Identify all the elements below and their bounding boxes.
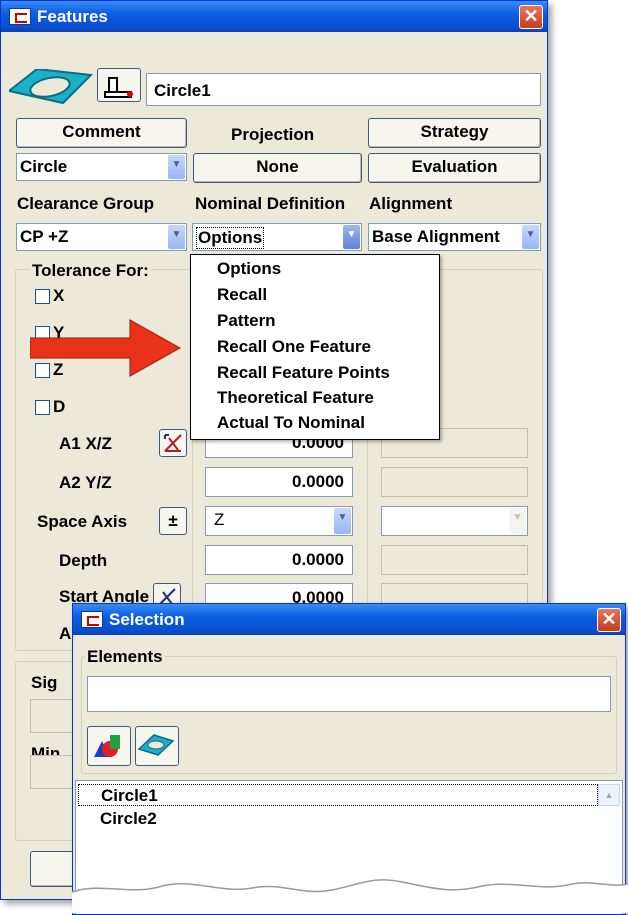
angle-pick-icon bbox=[164, 434, 182, 452]
space-axis-label: Space Axis bbox=[37, 512, 128, 531]
alignment-label: Alignment bbox=[369, 194, 453, 213]
torn-edge bbox=[72, 879, 628, 913]
selection-title: Selection bbox=[109, 610, 185, 629]
circle-shape-button[interactable] bbox=[135, 726, 179, 766]
selection-window: Selection ✕ Elements Circle1 Circle2 ▲ bbox=[72, 603, 626, 915]
a1-pick-button[interactable] bbox=[159, 429, 187, 457]
dropdown-item[interactable]: Recall One Feature bbox=[217, 337, 371, 357]
depth-label: Depth bbox=[59, 551, 108, 570]
a1-label: A1 X/Z bbox=[59, 434, 112, 453]
projection-button[interactable]: None bbox=[193, 153, 362, 183]
list-item[interactable]: Circle2 bbox=[100, 808, 157, 830]
x-checkbox[interactable] bbox=[35, 289, 50, 304]
shapes-button[interactable] bbox=[87, 726, 131, 766]
selection-titlebar[interactable]: Selection ✕ bbox=[73, 604, 625, 635]
chevron-down-icon: ▼ bbox=[509, 508, 526, 534]
app-icon bbox=[81, 611, 103, 628]
chevron-down-icon[interactable]: ▼ bbox=[522, 225, 539, 249]
comment-button[interactable]: Comment bbox=[16, 118, 187, 148]
dropdown-item[interactable]: Options bbox=[217, 259, 281, 279]
plus-minus-button[interactable]: ± bbox=[159, 507, 187, 535]
dropdown-item[interactable]: Recall Feature Points bbox=[217, 363, 390, 383]
partial-a-label: A bbox=[59, 624, 72, 643]
nominal-definition-select[interactable]: Options ▼ bbox=[192, 223, 362, 251]
scroll-up-icon[interactable]: ▲ bbox=[598, 784, 620, 806]
space-axis-select[interactable]: Z ▼ bbox=[205, 506, 353, 536]
app-icon bbox=[9, 8, 31, 25]
space-axis-right-select: ▼ bbox=[381, 506, 528, 536]
features-title: Features bbox=[37, 7, 108, 26]
clearance-group-select[interactable]: CP +Z ▼ bbox=[16, 223, 187, 251]
feature-name-value: Circle1 bbox=[154, 81, 211, 100]
chevron-down-icon[interactable]: ▼ bbox=[334, 508, 351, 534]
chevron-down-icon[interactable]: ▼ bbox=[168, 225, 185, 249]
probe-icon bbox=[104, 77, 133, 98]
partial-sig-label: Sig bbox=[31, 673, 58, 692]
probe-button[interactable] bbox=[97, 68, 141, 102]
d-checkbox[interactable] bbox=[35, 400, 50, 415]
strategy-button[interactable]: Strategy bbox=[368, 118, 541, 148]
arrow-annotation bbox=[30, 319, 182, 377]
dropdown-item[interactable]: Recall bbox=[217, 285, 267, 305]
a2-label: A2 Y/Z bbox=[59, 473, 112, 492]
circle-feature-icon bbox=[9, 69, 93, 105]
close-icon[interactable]: ✕ bbox=[597, 608, 621, 632]
circle-shape-icon bbox=[137, 734, 175, 756]
depth-value-field[interactable]: 0.0000 bbox=[205, 545, 353, 575]
features-titlebar[interactable]: Features ✕ bbox=[1, 1, 547, 32]
tolerance-for-label: Tolerance For: bbox=[30, 261, 151, 281]
dropdown-item[interactable]: Theoretical Feature bbox=[217, 388, 374, 408]
elements-input[interactable] bbox=[87, 676, 611, 712]
close-icon[interactable]: ✕ bbox=[519, 5, 543, 29]
depth-right-field bbox=[381, 545, 528, 575]
feature-type-select[interactable]: Circle ▼ bbox=[16, 153, 187, 181]
nominal-definition-label: Nominal Definition bbox=[195, 194, 346, 213]
projection-label: Projection bbox=[231, 125, 315, 144]
shapes-icon bbox=[94, 735, 120, 757]
x-label: X bbox=[53, 286, 65, 305]
d-label: D bbox=[53, 397, 66, 416]
chevron-down-icon[interactable]: ▼ bbox=[343, 225, 360, 249]
nominal-definition-dropdown: Options Recall Pattern Recall One Featur… bbox=[190, 254, 440, 440]
chevron-down-icon[interactable]: ▼ bbox=[168, 155, 185, 179]
dropdown-item[interactable]: Actual To Nominal bbox=[217, 413, 365, 433]
evaluation-button[interactable]: Evaluation bbox=[368, 153, 541, 183]
a2-right-field bbox=[381, 467, 528, 497]
a2-value-field[interactable]: 0.0000 bbox=[205, 467, 353, 497]
feature-name-input[interactable]: Circle1 bbox=[146, 73, 541, 106]
dropdown-item[interactable]: Pattern bbox=[217, 311, 276, 331]
elements-label: Elements bbox=[85, 647, 165, 667]
list-item[interactable]: Circle1 bbox=[78, 784, 598, 806]
clearance-group-label: Clearance Group bbox=[17, 194, 154, 213]
alignment-select[interactable]: Base Alignment ▼ bbox=[368, 223, 541, 251]
